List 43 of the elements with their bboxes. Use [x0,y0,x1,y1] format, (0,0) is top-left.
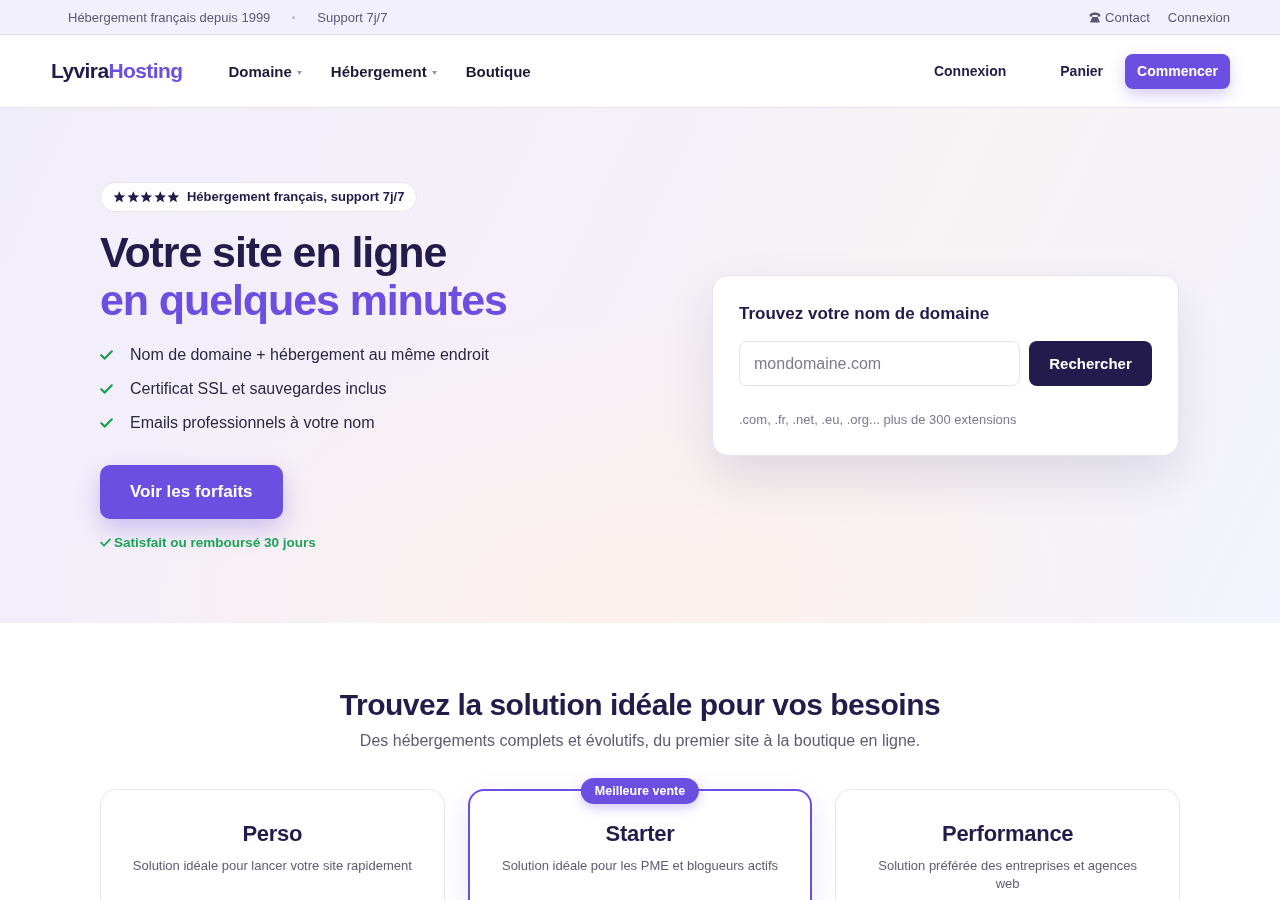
contact-link[interactable]: Contact [1089,9,1150,25]
check-icon [100,383,113,394]
logo[interactable]: LyviraHosting [51,59,183,83]
header-link[interactable]: Connexion [933,55,1007,87]
plan-description: Solution idéale pour lancer votre site rapidement [132,857,412,875]
section-subtitle: Des hébergements complets et évolutifs, du premier site à la boutique en ligne. [358,731,922,751]
check-icon [100,349,113,360]
section-title: Trouvez la solution idéale pour vos besoins [338,687,942,723]
badge-text: Hébergement français, support 7j/7 [186,189,405,204]
feature-text: Nom de domaine + hébergement au même endroit [130,345,489,364]
bestseller-badge: Meilleure vente [580,778,700,804]
plan-name: Performance [942,820,1074,848]
feature-text: Emails professionnels à votre nom [130,413,375,432]
header-link[interactable]: Panier [1060,55,1104,87]
star-icon [167,190,180,203]
plan-name: Perso [242,820,303,848]
star-icon [153,190,167,203]
hero-heading: Votre site en ligne [100,227,447,276]
nav-menu-item[interactable]: Boutique [465,62,531,80]
check-icon [100,417,113,428]
nav-menu-item[interactable]: Hébergement [330,62,437,80]
extensions-hint: .com, .fr, .net, .eu, .org... plus de 300 extensions [739,411,1018,429]
info-text: Support 7j/7 [317,9,388,25]
star-icon [140,190,153,203]
plan-name: Starter [605,820,675,848]
login-link[interactable]: Connexion [1167,9,1230,25]
card-title: Trouvez votre nom de domaine [739,303,991,325]
search-button[interactable]: Rechercher [1029,341,1152,386]
phone-icon [1089,11,1102,23]
hero-heading: en quelques minutes [100,275,507,324]
feature-text: Certificat SSL et sauvegardes inclus [130,379,387,398]
nav-menu-item[interactable]: Domaine [228,62,302,80]
info-text: Hébergement français depuis 1999 [68,9,271,25]
start-button[interactable]: Commencer [1125,53,1230,89]
star-icon [126,190,140,203]
domain-input[interactable]: mondomaine.com [739,341,1020,386]
star-icon [113,190,126,203]
separator-dot-icon [292,15,296,19]
plans-button[interactable]: Voir les forfaits [100,464,283,519]
plan-description: Solution préférée des entreprises et agences web [877,857,1138,893]
check-icon [100,537,111,547]
guarantee-text: Satisfait ou remboursé 30 jours [114,534,316,550]
plan-description: Solution idéale pour les PME et blogueurs actifs [501,857,778,875]
